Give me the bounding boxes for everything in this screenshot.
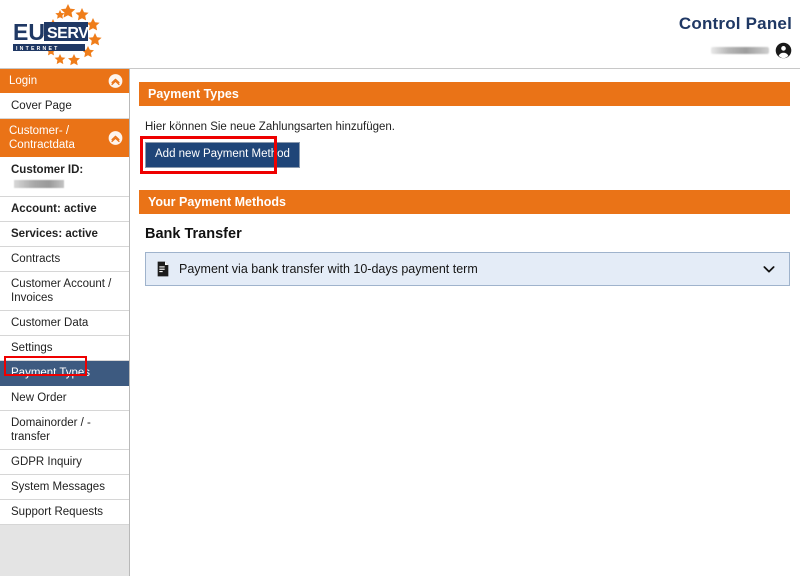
sidebar-item-cover-page[interactable]: Cover Page [0, 94, 129, 119]
payment-types-panel-title: Payment Types [148, 87, 239, 101]
sidebar-item-label: Customer Data [11, 317, 89, 329]
sidebar-nav: Login Cover Page Customer- / Contractdat… [0, 69, 129, 525]
sidebar-item-system-messages[interactable]: System Messages [0, 475, 129, 500]
sidebar-item-label: Cover Page [11, 100, 72, 112]
sidebar-item-label: Support Requests [11, 506, 104, 518]
sidebar-group-login[interactable]: Login [0, 69, 129, 94]
user-account-area[interactable] [679, 41, 792, 59]
sidebar-item-customer-id: Customer ID: [0, 158, 129, 197]
svg-text:EU: EU [13, 19, 45, 45]
sidebar-item-account-status: Account: active [0, 197, 129, 222]
sidebar-item-settings[interactable]: Settings [0, 336, 129, 361]
sidebar-item-label: Settings [11, 342, 53, 354]
sidebar-item-label: Domainorder / -transfer [11, 417, 91, 443]
sidebar-item-customer-data[interactable]: Customer Data [0, 311, 129, 336]
sidebar: Login Cover Page Customer- / Contractdat… [0, 69, 130, 576]
sidebar-item-gdpr-inquiry[interactable]: GDPR Inquiry [0, 450, 129, 475]
username-redacted [711, 46, 769, 54]
chevron-down-icon[interactable] [761, 261, 777, 277]
sidebar-item-support-requests[interactable]: Support Requests [0, 500, 129, 525]
payment-types-panel-header: Payment Types [139, 82, 790, 106]
page-body: Login Cover Page Customer- / Contractdat… [0, 69, 800, 576]
payment-method-row[interactable]: Payment via bank transfer with 10-days p… [145, 252, 790, 286]
invoice-document-icon [157, 261, 169, 277]
collapse-circle-icon[interactable] [108, 131, 123, 146]
customer-id-redacted [14, 179, 64, 188]
sidebar-item-label: GDPR Inquiry [11, 456, 82, 468]
your-payment-methods-panel-title: Your Payment Methods [148, 195, 286, 209]
sidebar-item-contracts[interactable]: Contracts [0, 247, 129, 272]
sidebar-group-customer-contractdata[interactable]: Customer- / Contractdata [0, 119, 129, 158]
sidebar-item-label: Customer Account / Invoices [11, 278, 112, 304]
account-circle-icon[interactable] [775, 42, 792, 59]
add-payment-method-wrap: Add new Payment Method [140, 136, 300, 174]
sidebar-item-new-order[interactable]: New Order [0, 386, 129, 411]
your-payment-methods-panel-header: Your Payment Methods [139, 190, 790, 214]
sidebar-item-label: System Messages [11, 481, 105, 493]
sidebar-item-label: Payment Types [11, 367, 91, 379]
sidebar-item-payment-types[interactable]: Payment Types [0, 361, 129, 386]
account-status-label: Account: active [11, 203, 97, 215]
bank-transfer-group-title: Bank Transfer [145, 226, 242, 242]
euserv-logo[interactable]: EU SERV INTERNET [8, 2, 128, 68]
sidebar-item-label: Contracts [11, 253, 61, 265]
sidebar-group-login-label: Login [9, 75, 38, 87]
header-right: Control Panel [679, 14, 792, 59]
svg-text:INTERNET: INTERNET [16, 46, 60, 52]
collapse-circle-icon[interactable] [108, 74, 123, 89]
add-new-payment-method-button[interactable]: Add new Payment Method [145, 142, 300, 168]
page-title: Control Panel [678, 14, 792, 33]
sidebar-item-services-status: Services: active [0, 222, 129, 247]
main-content: Payment Types Hier können Sie neue Zahlu… [131, 69, 800, 576]
sidebar-item-domainorder-transfer[interactable]: Domainorder / -transfer [0, 411, 129, 450]
svg-text:SERV: SERV [47, 25, 89, 42]
customer-id-label: Customer ID: [11, 164, 84, 176]
sidebar-group-customer-label: Customer- / Contractdata [9, 125, 75, 151]
sidebar-item-customer-account-invoices[interactable]: Customer Account / Invoices [0, 272, 129, 311]
sidebar-item-label: New Order [11, 392, 67, 404]
page-header: EU SERV INTERNET Control Panel [0, 0, 800, 69]
services-status-label: Services: active [11, 228, 98, 240]
payment-method-label: Payment via bank transfer with 10-days p… [179, 262, 478, 276]
payment-types-hint: Hier können Sie neue Zahlungsarten hinzu… [145, 121, 395, 133]
